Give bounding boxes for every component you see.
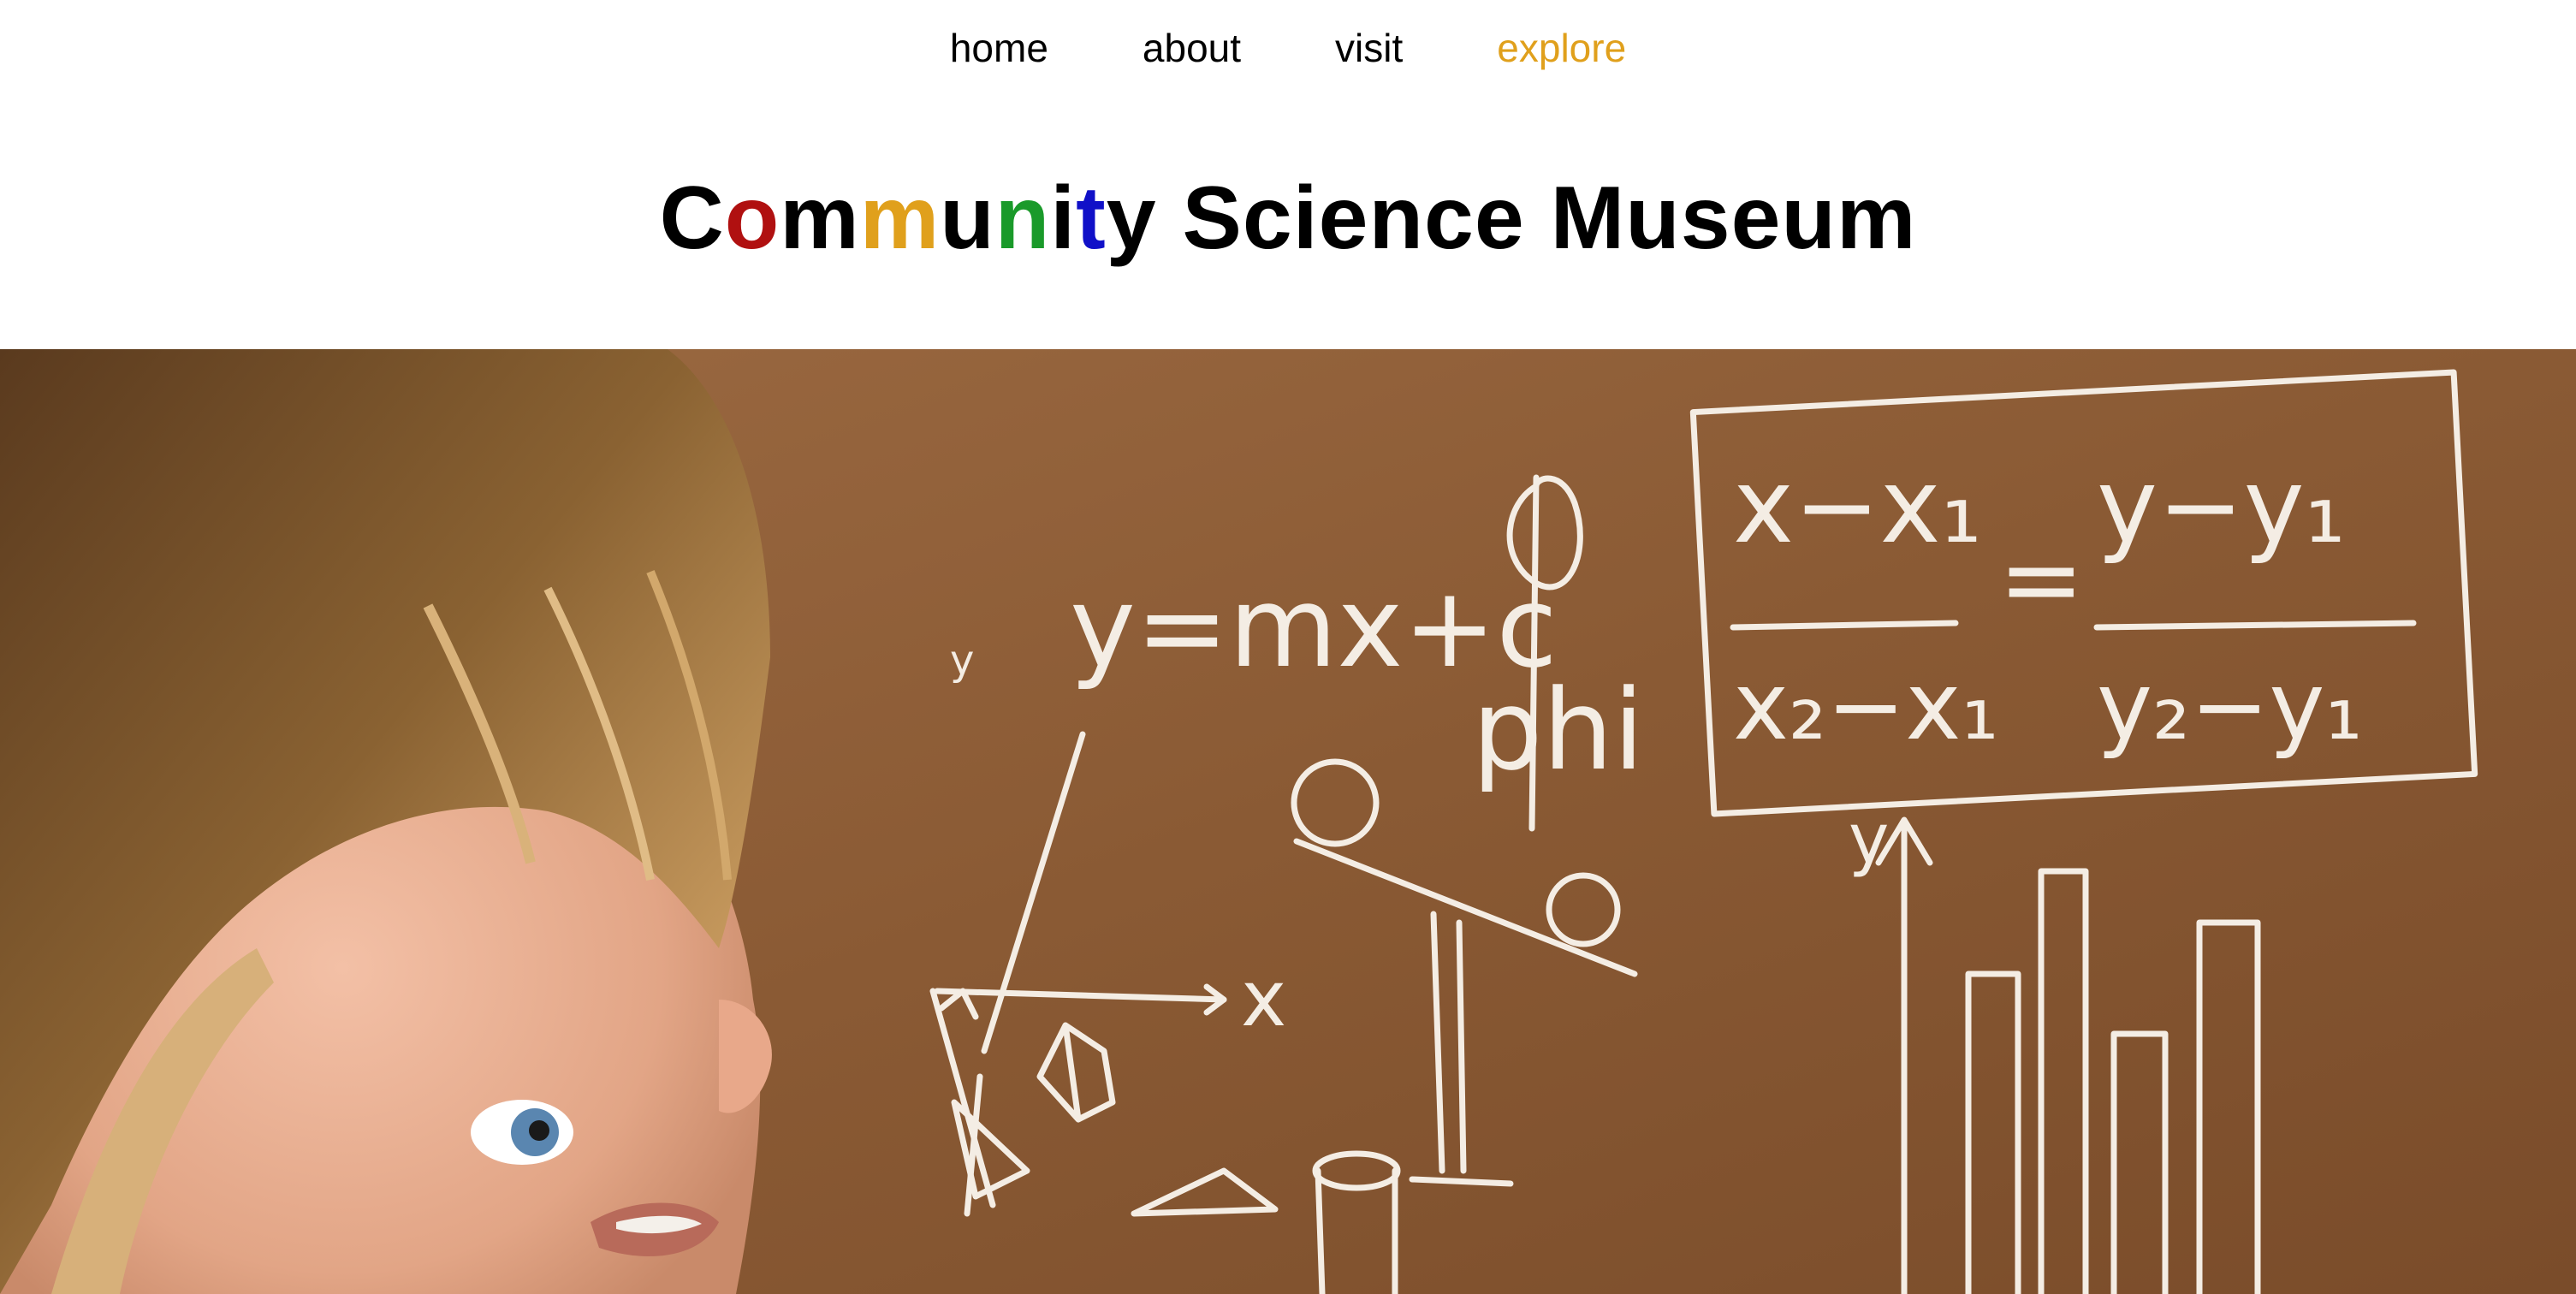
chalk-phi-label: phi <box>1472 665 1644 795</box>
hero-image: y=mx+c y x phi x−x₁ y−y₁ = x₂−x₁ y₂−y₁ y <box>0 349 2576 1294</box>
nav-link-home[interactable]: home <box>950 25 1048 71</box>
nav-link-about[interactable]: about <box>1143 25 1241 71</box>
title-letter: y <box>1106 168 1157 268</box>
chalk-formula-den-left: x₂−x₁ <box>1733 651 1999 761</box>
chalk-formula-equals: = <box>1998 520 2085 639</box>
nav-link-explore[interactable]: explore <box>1497 25 1626 71</box>
chalk-formula-num-right: y−y₁ <box>2097 448 2346 567</box>
title-letter: C <box>659 168 725 268</box>
chalk-formula-num-left: x−x₁ <box>1733 448 1982 567</box>
nav-link-visit[interactable]: visit <box>1335 25 1403 71</box>
chalk-y-axis-label-2: y <box>1849 799 1889 879</box>
chalk-y-axis-label: y <box>950 637 974 685</box>
title-letter: o <box>724 168 781 268</box>
title-letter: u <box>940 168 995 268</box>
chalk-x-axis-label: x <box>1241 954 1286 1044</box>
title-letter: n <box>994 168 1051 268</box>
title-letter: m <box>780 168 860 268</box>
title-letter: m <box>859 168 941 268</box>
title-rest: Science Museum <box>1156 168 1917 268</box>
page-title: Community Science Museum <box>660 168 1917 270</box>
top-navigation: home about visit explore <box>0 0 2576 96</box>
title-letter: i <box>1050 168 1077 268</box>
title-letter: t <box>1076 168 1107 268</box>
child-looking-at-chalkboard-image: y=mx+c y x phi x−x₁ y−y₁ = x₂−x₁ y₂−y₁ y <box>0 349 2576 1294</box>
chalk-formula-den-right: y₂−y₁ <box>2097 651 2363 761</box>
page-header: Community Science Museum <box>0 163 2576 274</box>
